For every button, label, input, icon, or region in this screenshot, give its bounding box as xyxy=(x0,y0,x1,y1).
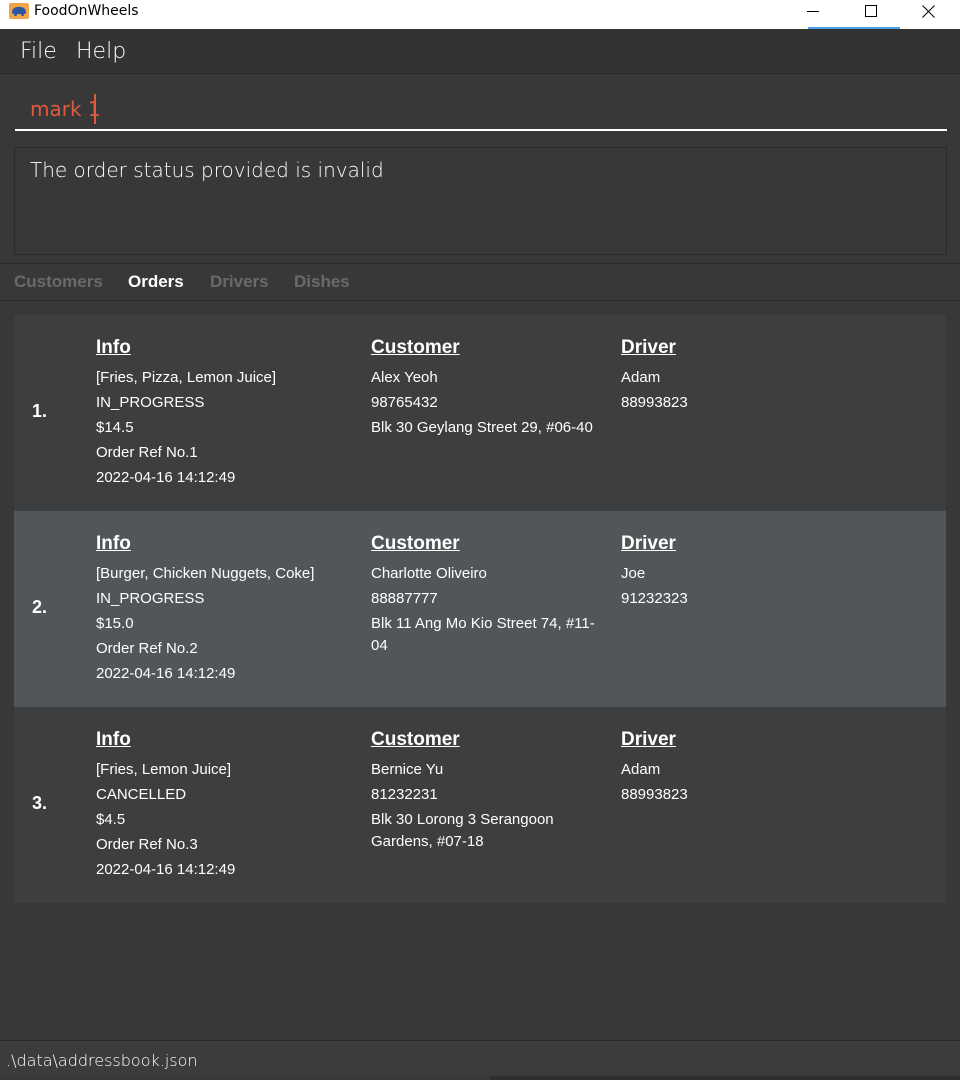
order-time: 2022-04-16 14:12:49 xyxy=(96,665,236,682)
driver-phone: 88993823 xyxy=(621,786,688,803)
tab-dishes[interactable]: Dishes xyxy=(294,272,350,292)
customer-phone: 88887777 xyxy=(371,590,438,607)
close-button[interactable] xyxy=(900,0,958,22)
tab-orders[interactable]: Orders xyxy=(128,272,184,292)
customer-address: Blk 30 Geylang Street 29, #06-40 xyxy=(371,419,593,436)
driver-header: Driver xyxy=(621,337,676,358)
order-price: $4.5 xyxy=(96,811,126,828)
order-info-column: Info [Burger, Chicken Nuggets, Coke] IN_… xyxy=(96,533,314,688)
customer-header: Customer xyxy=(371,729,460,750)
info-header: Info xyxy=(96,533,131,554)
app-logo-icon xyxy=(9,3,29,19)
order-index: 2. xyxy=(32,597,48,617)
customer-name: Bernice Yu xyxy=(371,761,444,778)
order-dishes: [Fries, Pizza, Lemon Juice] xyxy=(96,369,277,386)
driver-phone: 88993823 xyxy=(621,394,688,411)
menu-file[interactable]: File xyxy=(20,39,57,64)
minimize-button[interactable] xyxy=(784,0,842,22)
command-input[interactable] xyxy=(15,89,947,131)
customer-phone: 81232231 xyxy=(371,786,438,803)
order-ref: Order Ref No.2 xyxy=(96,640,198,657)
driver-header: Driver xyxy=(621,729,676,750)
order-ref: Order Ref No.1 xyxy=(96,444,198,461)
info-header: Info xyxy=(96,729,131,750)
order-customer-column: Customer Bernice Yu 81232231 Blk 30 Loro… xyxy=(371,729,601,856)
order-index: 1. xyxy=(32,401,48,421)
order-ref: Order Ref No.3 xyxy=(96,836,198,853)
status-bar: .\data\addressbook.json xyxy=(0,1040,960,1080)
driver-phone: 91232323 xyxy=(621,590,688,607)
order-card[interactable]: 1. Info [Fries, Pizza, Lemon Juice] IN_P… xyxy=(14,315,946,511)
window-title: FoodOnWheels xyxy=(34,3,139,19)
tab-customers[interactable]: Customers xyxy=(14,272,103,292)
customer-header: Customer xyxy=(371,533,460,554)
order-time: 2022-04-16 14:12:49 xyxy=(96,861,236,878)
order-driver-column: Driver Joe 91232323 xyxy=(621,533,688,613)
order-driver-column: Driver Adam 88993823 xyxy=(621,729,688,809)
result-message: The order status provided is invalid xyxy=(30,158,384,182)
title-bar: FoodOnWheels xyxy=(0,0,960,29)
order-index: 3. xyxy=(32,793,48,813)
driver-header: Driver xyxy=(621,533,676,554)
menu-bar: File Help xyxy=(0,29,960,74)
customer-name: Alex Yeoh xyxy=(371,369,438,386)
order-status: CANCELLED xyxy=(96,786,187,803)
order-price: $15.0 xyxy=(96,615,134,632)
menu-help[interactable]: Help xyxy=(76,39,126,64)
customer-address: Blk 30 Lorong 3 Serangoon Gardens, #07-1… xyxy=(371,811,554,850)
order-price: $14.5 xyxy=(96,419,134,436)
order-status: IN_PROGRESS xyxy=(96,394,205,411)
order-driver-column: Driver Adam 88993823 xyxy=(621,337,688,417)
result-display: The order status provided is invalid xyxy=(14,147,947,255)
order-time: 2022-04-16 14:12:49 xyxy=(96,469,236,486)
info-header: Info xyxy=(96,337,131,358)
maximize-icon xyxy=(865,5,877,17)
order-dishes: [Fries, Lemon Juice] xyxy=(96,761,232,778)
command-box xyxy=(0,74,960,144)
maximize-button[interactable] xyxy=(842,0,900,22)
order-info-column: Info [Fries, Lemon Juice] CANCELLED $4.5… xyxy=(96,729,235,884)
driver-name: Joe xyxy=(621,565,646,582)
driver-name: Adam xyxy=(621,369,661,386)
text-caret xyxy=(94,94,96,124)
order-card[interactable]: 3. Info [Fries, Lemon Juice] CANCELLED $… xyxy=(14,707,946,903)
customer-address: Blk 11 Ang Mo Kio Street 74, #11-04 xyxy=(371,615,595,654)
driver-name: Adam xyxy=(621,761,661,778)
customer-phone: 98765432 xyxy=(371,394,438,411)
order-list: 1. Info [Fries, Pizza, Lemon Juice] IN_P… xyxy=(14,315,946,903)
status-bar-right-edge xyxy=(490,1076,960,1080)
customer-header: Customer xyxy=(371,337,460,358)
close-icon xyxy=(922,4,936,18)
tab-bar: Customers Orders Drivers Dishes xyxy=(0,263,960,301)
order-dishes: [Burger, Chicken Nuggets, Coke] xyxy=(96,565,315,582)
minimize-icon xyxy=(807,10,819,12)
order-card[interactable]: 2. Info [Burger, Chicken Nuggets, Coke] … xyxy=(14,511,946,707)
data-file-path: .\data\addressbook.json xyxy=(6,1051,198,1070)
tab-drivers[interactable]: Drivers xyxy=(210,272,269,292)
customer-name: Charlotte Oliveiro xyxy=(371,565,487,582)
order-status: IN_PROGRESS xyxy=(96,590,205,607)
order-customer-column: Customer Charlotte Oliveiro 88887777 Blk… xyxy=(371,533,601,660)
order-customer-column: Customer Alex Yeoh 98765432 Blk 30 Geyla… xyxy=(371,337,601,442)
status-bar-left-edge xyxy=(0,1076,490,1080)
order-info-column: Info [Fries, Pizza, Lemon Juice] IN_PROG… xyxy=(96,337,276,492)
